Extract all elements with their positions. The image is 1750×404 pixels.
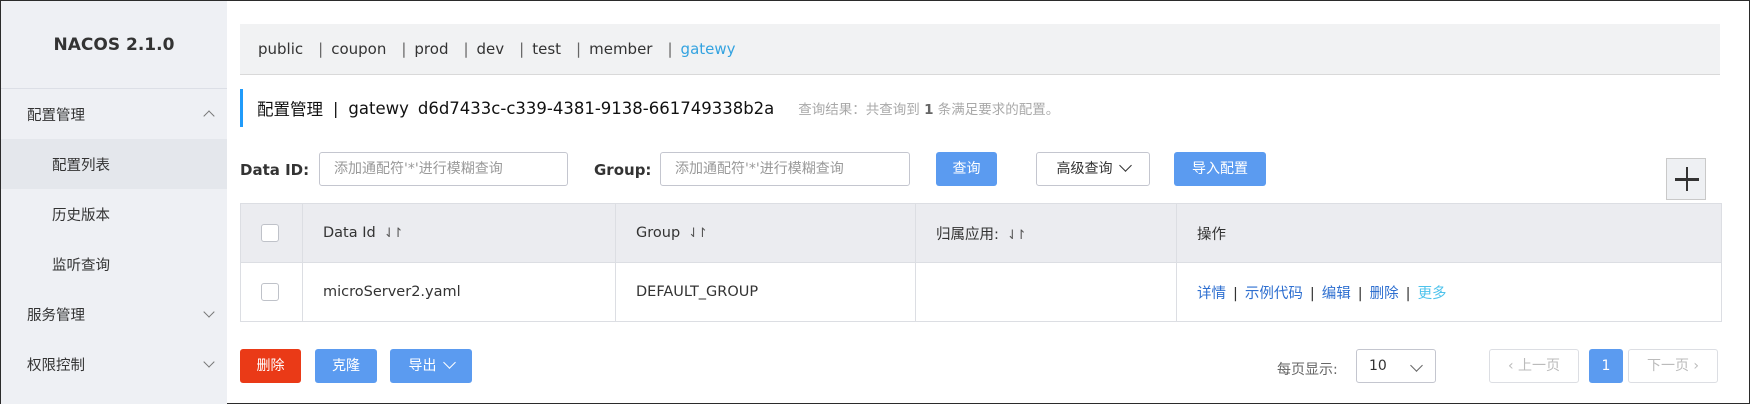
sidebar: NACOS 2.1.0 配置管理 配置列表 历史版本 监听查询 服务管理 权限控… [1, 1, 227, 404]
sidebar-item-access-control[interactable]: 权限控制 [1, 339, 227, 389]
sidebar-item-label: 配置管理 [27, 107, 85, 124]
result-suffix: 条满足要求的配置。 [937, 102, 1060, 118]
clone-button[interactable]: 克隆 [315, 349, 377, 383]
edit-link[interactable]: 编辑 [1322, 286, 1351, 302]
export-button[interactable]: 导出 [390, 349, 472, 383]
sort-icon[interactable]: ⇃↾ [688, 226, 708, 241]
add-config-button[interactable] [1666, 158, 1706, 200]
column-header-actions: 操作 [1176, 203, 1722, 263]
chevron-up-icon [203, 110, 215, 122]
query-button[interactable]: 查询 [936, 152, 997, 186]
namespace-public[interactable]: public [258, 40, 303, 58]
namespace-coupon[interactable]: coupon [331, 40, 386, 58]
namespace-gatewy[interactable]: gatewy [681, 40, 736, 58]
column-header-label: Data Id [323, 225, 376, 241]
page-title: 配置管理 [257, 100, 323, 119]
chevron-down-icon [442, 356, 456, 369]
delete-button[interactable]: 删除 [240, 349, 301, 383]
column-header-group[interactable]: Group ⇃↾ [615, 203, 916, 263]
table-row: microServer2.yaml DEFAULT_GROUP 详情 | 示例代码 |… [240, 262, 1722, 322]
page-size-select[interactable]: 10 [1356, 349, 1436, 383]
row-checkbox[interactable] [261, 283, 279, 301]
next-page-label: 下一页 [1646, 358, 1689, 374]
delete-link[interactable]: 删除 [1370, 286, 1399, 302]
sidebar-item-label: 配置列表 [52, 157, 110, 174]
select-all-cell [240, 203, 303, 263]
query-result-text: 查询结果：共查询到 1 条满足要求的配置。 [798, 98, 1059, 118]
result-prefix: 查询结果：共查询到 [798, 102, 920, 118]
search-row: Data ID: 添加通配符'*'进行模糊查询 Group: 添加通配符'*'进… [240, 152, 1720, 188]
namespace-prod[interactable]: prod [414, 40, 448, 58]
advanced-query-label: 高级查询 [1056, 161, 1113, 177]
namespace-test[interactable]: test [532, 40, 561, 58]
app-logo: NACOS 2.1.0 [1, 1, 227, 89]
sidebar-item-label: 历史版本 [52, 207, 110, 224]
namespace-separator: | [667, 40, 673, 58]
group-input[interactable]: 添加通配符'*'进行模糊查询 [660, 152, 910, 186]
column-header-label: 归属应用: [936, 226, 999, 243]
chevron-down-icon [1118, 159, 1132, 172]
sidebar-item-service-management[interactable]: 服务管理 [1, 289, 227, 339]
cell-group: DEFAULT_GROUP [615, 262, 916, 322]
more-link[interactable]: 更多 [1418, 286, 1447, 302]
cell-data-id: microServer2.yaml [302, 262, 616, 322]
namespace-dev[interactable]: dev [477, 40, 505, 58]
namespace-separator: | [318, 40, 324, 58]
action-separator: | [1309, 285, 1315, 302]
namespace-member[interactable]: member [589, 40, 652, 58]
prev-page-button[interactable]: ‹ 上一页 [1489, 349, 1579, 383]
chevron-down-icon [1410, 359, 1423, 372]
select-all-checkbox[interactable] [261, 224, 279, 242]
namespace-separator: | [519, 40, 525, 58]
config-table: Data Id ⇃↾ Group ⇃↾ 归属应用: ⇃↾ 操作 microServer… [240, 203, 1722, 322]
cell-actions: 详情 | 示例代码 | 编辑 | 删除 | 更多 [1176, 262, 1722, 322]
column-header-app[interactable]: 归属应用: ⇃↾ [915, 203, 1177, 263]
title-separator: | [333, 98, 339, 118]
column-header-label: Group [636, 225, 681, 241]
column-header-label: 操作 [1197, 226, 1226, 243]
page-size-value: 10 [1369, 358, 1387, 374]
current-namespace: gatewy [348, 98, 409, 118]
chevron-down-icon [203, 306, 215, 318]
sidebar-item-label: 权限控制 [27, 357, 85, 374]
sidebar-item-listener-query[interactable]: 监听查询 [1, 239, 227, 289]
namespace-separator: | [401, 40, 407, 58]
chevron-right-icon: › [1688, 358, 1700, 374]
sidebar-item-label: 监听查询 [52, 257, 110, 274]
page-number-current[interactable]: 1 [1589, 349, 1623, 383]
table-header-row: Data Id ⇃↾ Group ⇃↾ 归属应用: ⇃↾ 操作 [240, 203, 1722, 263]
sort-icon[interactable]: ⇃↾ [1007, 228, 1027, 243]
data-id-label: Data ID: [240, 161, 310, 179]
column-header-data-id[interactable]: Data Id ⇃↾ [302, 203, 616, 263]
next-page-button[interactable]: 下一页 › [1628, 349, 1718, 383]
namespace-separator: | [463, 40, 469, 58]
namespace-id: d6d7433c-c339-4381-9138-661749338b2a [417, 98, 775, 118]
action-separator: | [1357, 285, 1363, 302]
page-size-label: 每页显示: [1277, 362, 1338, 378]
export-label: 导出 [408, 358, 437, 374]
prev-page-label: 上一页 [1518, 358, 1561, 374]
action-separator: | [1233, 285, 1238, 302]
advanced-query-button[interactable]: 高级查询 [1036, 152, 1150, 186]
namespace-bar: public | coupon | prod | dev | test | me… [240, 24, 1720, 75]
row-select-cell [240, 262, 303, 322]
cell-app [915, 262, 1177, 322]
sidebar-item-label: 服务管理 [27, 307, 85, 324]
details-link[interactable]: 详情 [1197, 286, 1226, 302]
sidebar-item-config-management[interactable]: 配置管理 [1, 89, 227, 139]
data-id-input[interactable]: 添加通配符'*'进行模糊查询 [319, 152, 568, 186]
action-separator: | [1405, 285, 1411, 302]
sample-code-link[interactable]: 示例代码 [1245, 286, 1303, 302]
group-label: Group: [594, 161, 652, 179]
sort-icon[interactable]: ⇃↾ [384, 226, 404, 241]
namespace-separator: | [576, 40, 582, 58]
chevron-left-icon: ‹ [1507, 358, 1519, 374]
page-header: 配置管理 | gatewy d6d7433c-c339-4381-9138-66… [240, 89, 1059, 127]
chevron-down-icon [203, 356, 215, 368]
sidebar-item-config-list[interactable]: 配置列表 [1, 139, 227, 189]
result-count: 1 [924, 102, 934, 118]
import-config-button[interactable]: 导入配置 [1174, 152, 1266, 186]
sidebar-item-history[interactable]: 历史版本 [1, 189, 227, 239]
